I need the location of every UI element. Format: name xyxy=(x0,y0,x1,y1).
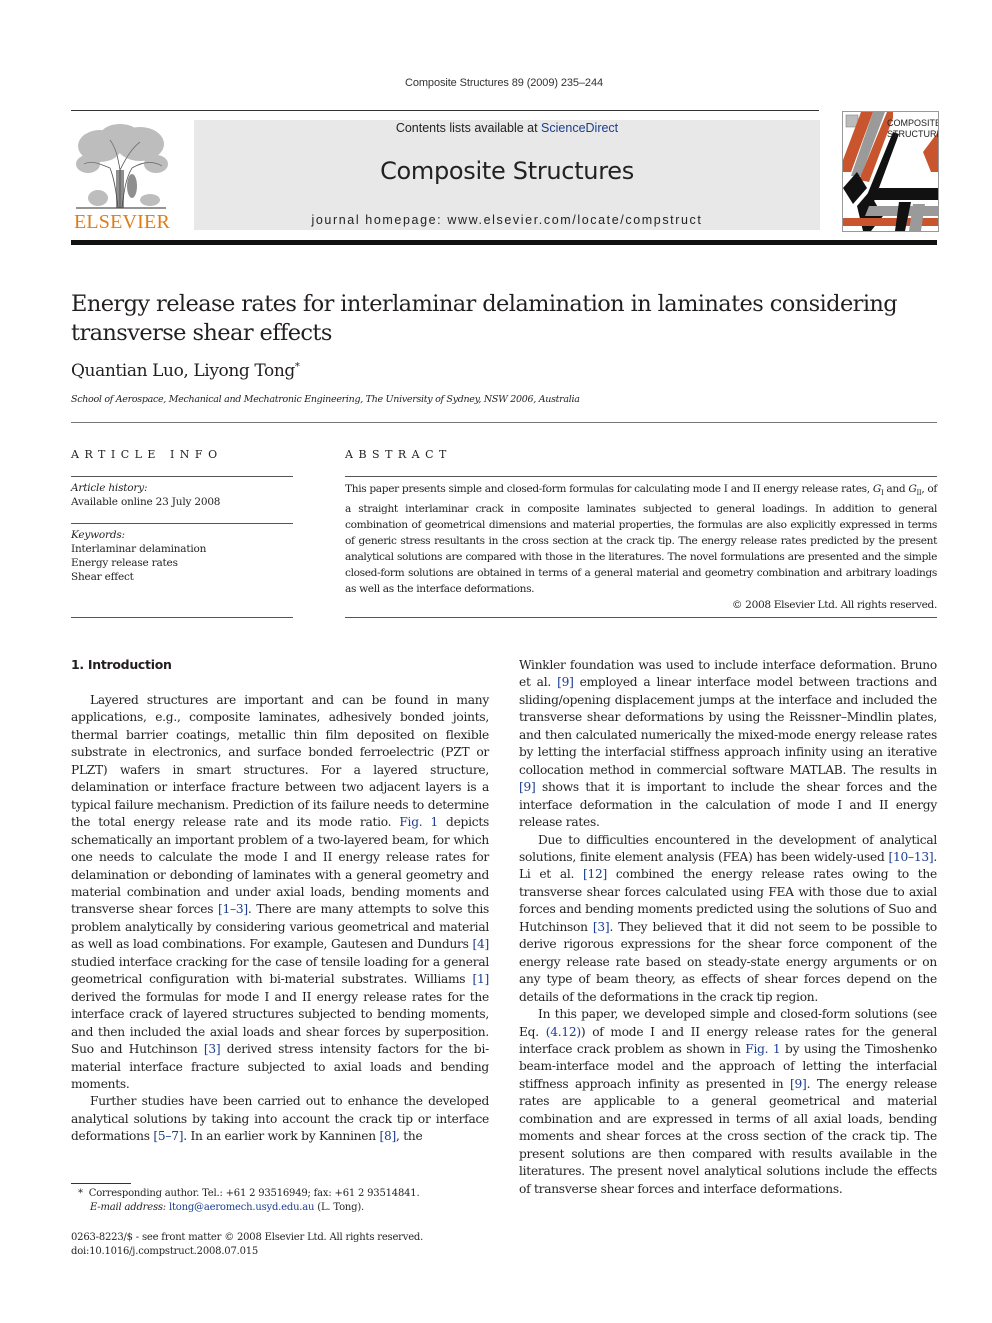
footnote-mark: * xyxy=(78,1188,83,1199)
history-value: Available online 23 July 2008 xyxy=(71,496,221,508)
paragraph: Winkler foundation was used to include i… xyxy=(519,657,937,832)
section-heading-introduction: 1. Introduction xyxy=(71,657,172,672)
cover-graphic-icon: COMPOSITE STRUCTURES xyxy=(843,112,938,231)
abstract-label: ABSTRACT xyxy=(345,448,452,461)
citation-link[interactable]: [5–7] xyxy=(153,1129,183,1143)
text: shows that it is important to include th… xyxy=(519,780,937,830)
corresponding-author-mark[interactable]: * xyxy=(295,361,300,372)
abstract-segment: This paper presents simple and closed-fo… xyxy=(345,483,873,495)
abstract-copyright: © 2008 Elsevier Ltd. All rights reserved… xyxy=(731,599,937,612)
contents-line: Contents lists available at ScienceDirec… xyxy=(194,121,820,135)
citation-link[interactable]: [12] xyxy=(583,867,607,881)
citation-link[interactable]: [9] xyxy=(790,1077,807,1091)
article-history: Article history: Available online 23 Jul… xyxy=(71,481,220,509)
article-info-rule-1 xyxy=(71,476,293,477)
keywords-label: Keywords: xyxy=(71,529,125,541)
cover-title-2: STRUCTURES xyxy=(887,129,938,139)
header-thick-rule xyxy=(71,240,937,245)
article-info-rule-2 xyxy=(71,523,293,524)
text: , the xyxy=(395,1129,423,1144)
article-info-rule-3 xyxy=(71,617,293,618)
figure-link[interactable]: Fig. 1 xyxy=(399,815,438,829)
abstract-text: This paper presents simple and closed-fo… xyxy=(345,481,937,613)
keywords-block: Keywords: Interlaminar delamination Ener… xyxy=(71,528,206,584)
issn-line: 0263-8223/$ - see front matter © 2008 El… xyxy=(71,1232,424,1243)
email-suffix: (L. Tong). xyxy=(314,1202,365,1213)
citation-link[interactable]: [8] xyxy=(379,1129,396,1143)
contents-prefix: Contents lists available at xyxy=(395,121,542,135)
abstract-segment: and xyxy=(883,483,909,495)
body-right-column: Winkler foundation was used to include i… xyxy=(519,657,937,1198)
affiliation: School of Aerospace, Mechanical and Mech… xyxy=(71,394,580,405)
keyword-item: Shear effect xyxy=(71,571,134,583)
corresponding-author-footnote: * Corresponding author. Tel.: +61 2 9351… xyxy=(78,1187,420,1215)
doi[interactable]: doi:10.1016/j.compstruct.2008.07.015 xyxy=(71,1245,423,1259)
abstract-rule-top xyxy=(345,476,937,477)
footnote-contact: Corresponding author. Tel.: +61 2 935169… xyxy=(88,1188,420,1199)
citation-link[interactable]: [9] xyxy=(557,675,574,689)
figure-link[interactable]: Fig. 1 xyxy=(745,1042,780,1056)
history-label: Article history: xyxy=(71,482,148,494)
abstract-rule-bottom xyxy=(345,617,937,618)
text: . In an earlier work by Kanninen xyxy=(183,1129,380,1144)
elsevier-wordmark: ELSEVIER xyxy=(73,211,171,233)
equation-link[interactable]: (4.12) xyxy=(546,1025,581,1039)
article-info-label: ARTICLE INFO xyxy=(71,448,223,461)
article-title: Energy release rates for interlaminar de… xyxy=(71,291,898,346)
paragraph: Further studies have been carried out to… xyxy=(71,1093,489,1145)
email-label: E-mail address: xyxy=(90,1202,166,1213)
header-rule xyxy=(71,110,819,111)
citation-link[interactable]: [3] xyxy=(204,1042,221,1056)
body-left-column: Layered structures are important and can… xyxy=(71,692,489,1146)
text: Due to difficulties encountered in the d… xyxy=(519,832,937,864)
footnote-rule xyxy=(71,1183,131,1184)
paragraph: In this paper, we developed simple and c… xyxy=(519,1006,937,1198)
keyword-item: Energy release rates xyxy=(71,557,178,569)
citation-link[interactable]: [3] xyxy=(593,920,610,934)
citation-link[interactable]: [10–13] xyxy=(889,850,934,864)
journal-title: Composite Structures xyxy=(380,157,634,185)
paragraph: Due to difficulties encountered in the d… xyxy=(519,832,937,1007)
citation-link[interactable]: [4] xyxy=(472,937,489,951)
cover-title-1: COMPOSITE xyxy=(887,118,938,128)
front-matter: 0263-8223/$ - see front matter © 2008 El… xyxy=(71,1231,423,1259)
citation-link[interactable]: [1] xyxy=(472,972,489,986)
citation-link[interactable]: [1–3] xyxy=(218,902,248,916)
text: Layered structures are important and can… xyxy=(71,693,489,830)
author-names: Quantian Luo, Liyong Tong xyxy=(71,361,295,381)
journal-cover-thumbnail: COMPOSITE STRUCTURES xyxy=(842,111,939,232)
text: . The energy release rates are applicabl… xyxy=(519,1076,937,1196)
journal-reference: Composite Structures 89 (2009) 235–244 xyxy=(405,77,603,89)
abstract-segment: , of a straight interlaminar crack in co… xyxy=(345,483,938,596)
symbol-g: G xyxy=(872,483,881,495)
sciencedirect-link[interactable]: ScienceDirect xyxy=(541,121,618,135)
authors: Quantian Luo, Liyong Tong* xyxy=(71,361,300,381)
journal-homepage[interactable]: journal homepage: www.elsevier.com/locat… xyxy=(194,213,820,227)
paragraph: Layered structures are important and can… xyxy=(71,692,489,1093)
text: studied interface cracking for the case … xyxy=(71,954,489,987)
citation-link[interactable]: [9] xyxy=(519,780,536,794)
tree-icon xyxy=(76,124,168,209)
text: employed a linear interface model betwee… xyxy=(519,675,937,777)
keyword-item: Interlaminar delamination xyxy=(71,543,207,555)
email-link[interactable]: ltong@aeromech.usyd.edu.au xyxy=(169,1202,315,1213)
title-divider xyxy=(71,422,937,423)
